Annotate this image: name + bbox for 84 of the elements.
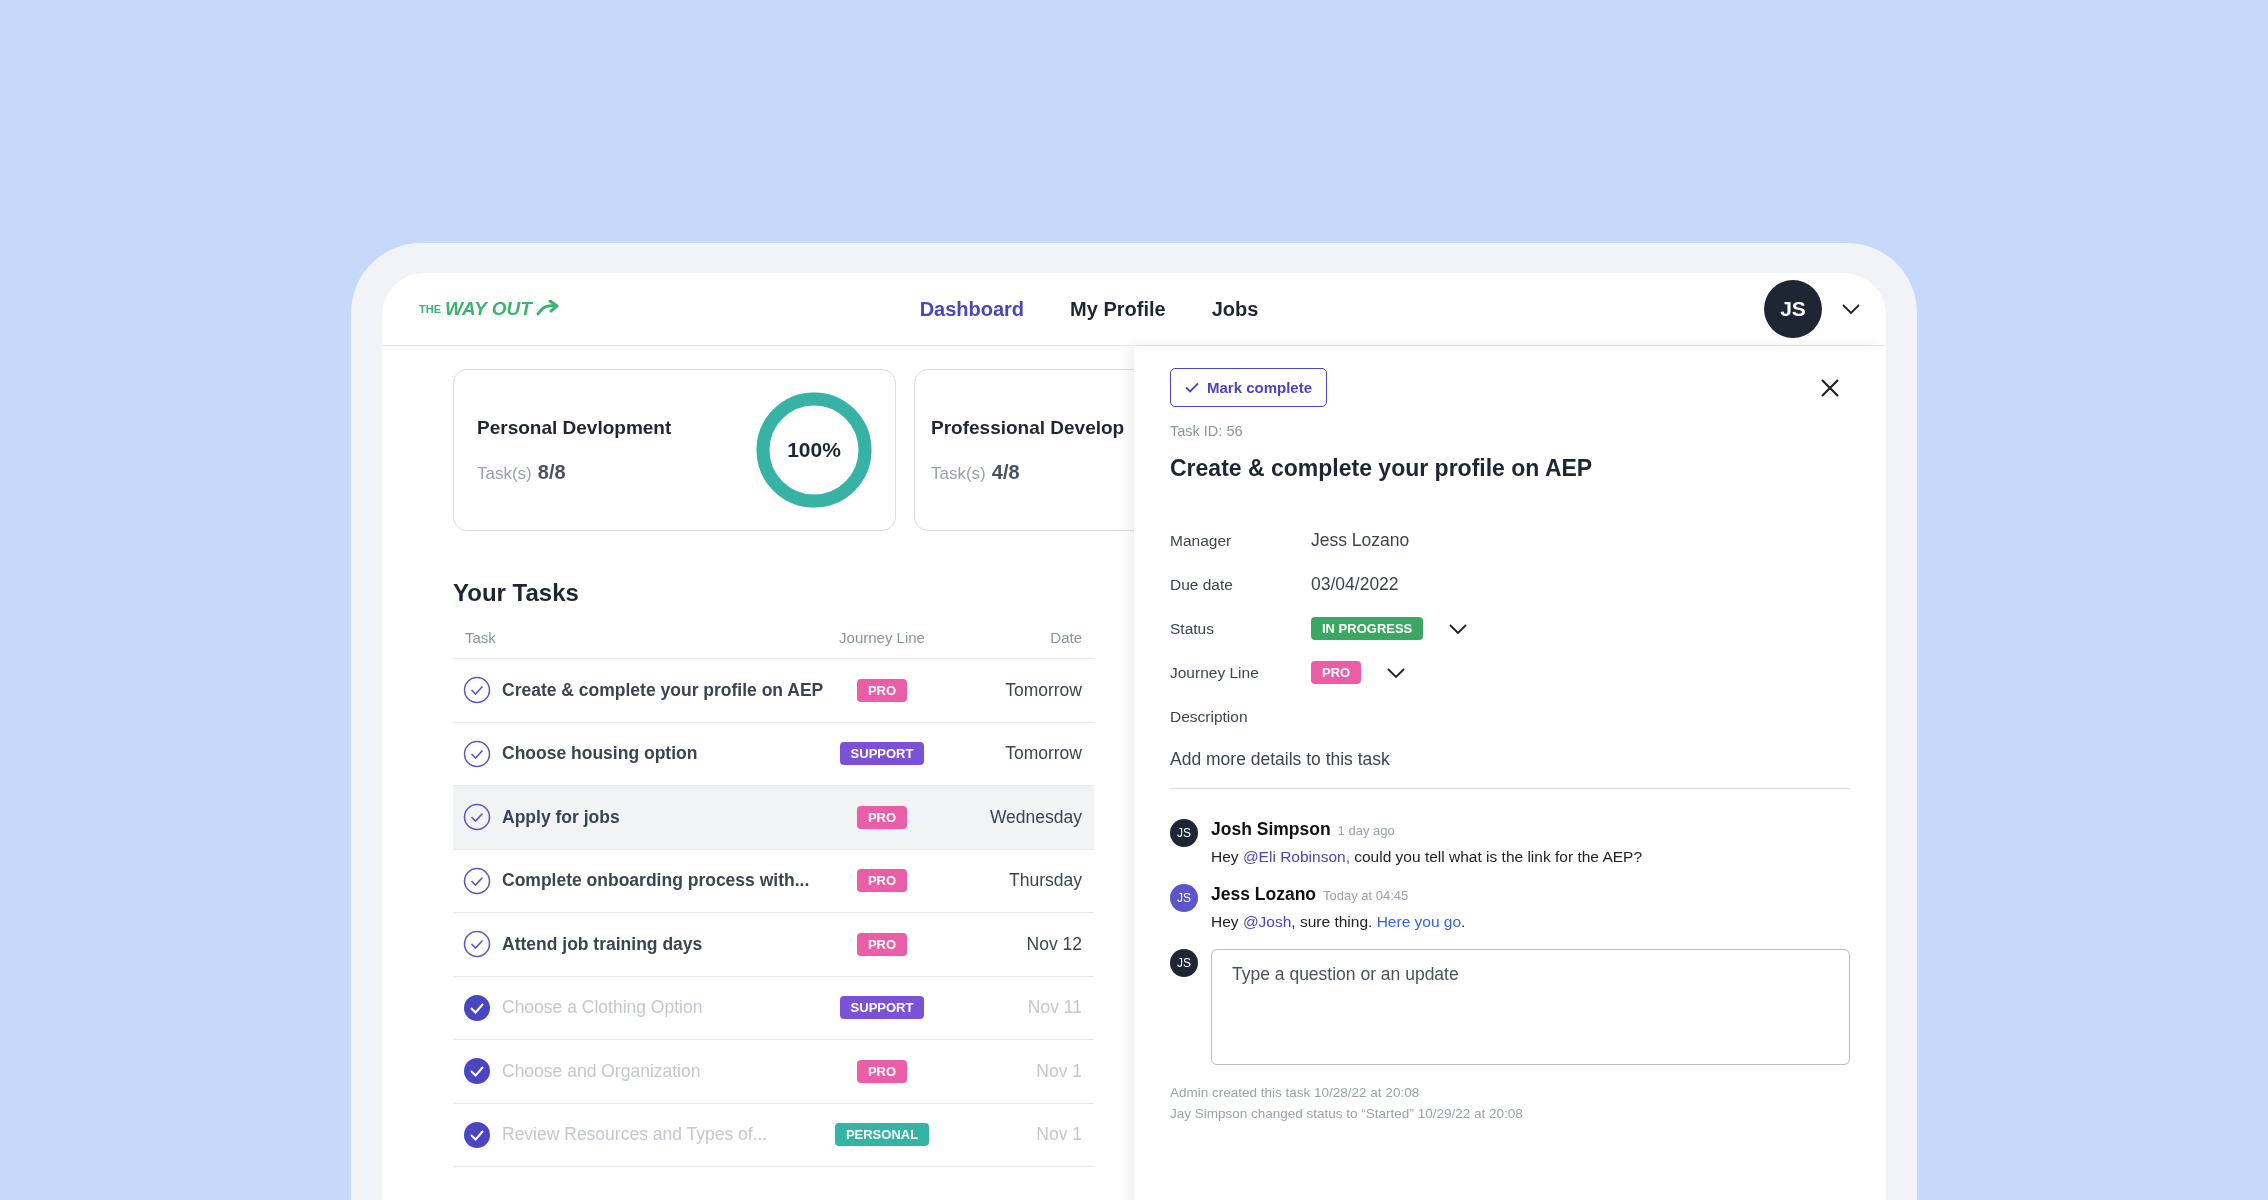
- check-circle-icon[interactable]: [463, 803, 491, 832]
- task-name: Choose and Organization: [502, 1060, 701, 1082]
- task-date: Thursday: [1008, 870, 1082, 892]
- field-value: 03/04/2022: [1311, 574, 1399, 595]
- task-count: 8/8: [537, 460, 566, 484]
- arrow-icon: [535, 300, 560, 318]
- task-name: Choose housing option: [502, 743, 698, 765]
- task-row[interactable]: Create & complete your profile on AEP PRO Tomorrow: [453, 659, 1094, 723]
- activity-log-entry: Jay Simpson changed status to “Started” 10/29/22 at 20:08: [1170, 1106, 1524, 1121]
- check-circle-icon[interactable]: [463, 930, 491, 959]
- user-avatar[interactable]: JS: [1764, 280, 1822, 338]
- task-date: Tomorrow: [1004, 679, 1082, 701]
- check-circle-icon[interactable]: [463, 993, 491, 1022]
- task-date: Tomorrow: [1004, 743, 1082, 765]
- chevron-down-icon[interactable]: [1449, 623, 1468, 634]
- nav-link[interactable]: Jobs: [1211, 297, 1259, 321]
- journey-tag: PERSONAL: [834, 1123, 930, 1147]
- close-icon[interactable]: [1820, 377, 1840, 398]
- field-label: Due date: [1170, 575, 1234, 594]
- comment-author: Josh Simpson: [1211, 819, 1331, 840]
- task-date: Nov 11: [1026, 997, 1082, 1019]
- activity-log-entry: Admin created this task 10/28/22 at 20:08: [1170, 1085, 1421, 1100]
- comment-text: Hey @Josh, sure thing. Here you go.: [1211, 913, 1466, 931]
- field-label: Manager: [1170, 531, 1233, 550]
- task-name: Review Resources and Types of...: [502, 1124, 768, 1146]
- check-circle-icon[interactable]: [463, 739, 491, 768]
- comment-input[interactable]: Type a question or an update: [1211, 949, 1850, 1065]
- journey-tag: SUPPORT: [839, 742, 925, 766]
- tasks-label: Task(s): [477, 463, 532, 484]
- journey-tag: PRO: [856, 869, 908, 893]
- journey-tag: PRO: [856, 932, 908, 956]
- column-header: Journey Line: [838, 629, 926, 646]
- section-title: Your Tasks: [453, 579, 580, 607]
- task-name: Create & complete your profile on AEP: [502, 679, 824, 701]
- progress-percent: 100%: [787, 438, 841, 462]
- field-value: Jess Lozano: [1311, 530, 1410, 551]
- mention-link[interactable]: @Eli Robinson,: [1242, 848, 1350, 865]
- check-circle-icon[interactable]: [463, 676, 491, 705]
- task-name: Choose a Clothing Option: [502, 997, 703, 1019]
- task-title: Create & complete your profile on AEP: [1170, 455, 1594, 482]
- card-title: Professional Develop: [931, 416, 1126, 439]
- comment-text: Hey @Eli Robinson, could you tell what is the link for the AEP?: [1211, 848, 1642, 866]
- check-circle-icon[interactable]: [463, 1120, 491, 1149]
- task-name: Attend job training days: [502, 933, 703, 955]
- task-id: Task ID: 56: [1170, 423, 1244, 439]
- task-name: Complete onboarding process with...: [502, 870, 810, 892]
- column-header: Task: [464, 629, 497, 646]
- journey-tag: PRO: [856, 1059, 908, 1083]
- logo-text: THE: [419, 303, 441, 315]
- user-avatar: JS: [1170, 884, 1198, 912]
- nav-link[interactable]: My Profile: [1070, 297, 1166, 321]
- nav-link[interactable]: Dashboard: [919, 297, 1025, 321]
- check-circle-icon[interactable]: [463, 1057, 491, 1086]
- chevron-down-icon[interactable]: [1387, 667, 1406, 678]
- task-date: Wednesday: [988, 806, 1082, 828]
- task-row[interactable]: Choose a Clothing Option SUPPORT Nov 11: [453, 976, 1094, 1040]
- mark-complete-button[interactable]: Mark complete: [1170, 368, 1328, 407]
- task-date: Nov 12: [1025, 933, 1082, 955]
- card-title: Personal Devlopment: [477, 416, 673, 439]
- field-label: Description: [1170, 707, 1249, 726]
- check-icon: [1185, 382, 1199, 393]
- task-row[interactable]: Complete onboarding process with... PRO Thursday: [453, 849, 1094, 913]
- comment-author: Jess Lozano: [1211, 884, 1317, 905]
- task-row[interactable]: Attend job training days PRO Nov 12: [453, 913, 1094, 977]
- journey-tag: PRO: [856, 805, 908, 829]
- chevron-down-icon[interactable]: [1842, 304, 1860, 314]
- task-count: 4/8: [991, 460, 1020, 484]
- comment-time: 1 day ago: [1337, 823, 1395, 838]
- logo-text: WAY OUT: [445, 298, 532, 320]
- description-text[interactable]: Add more details to this task: [1170, 749, 1850, 789]
- column-header: Date: [1049, 629, 1082, 646]
- user-avatar: JS: [1170, 949, 1198, 977]
- comment-time: Today at 04:45: [1323, 888, 1409, 903]
- task-row[interactable]: Apply for jobs PRO Wednesday: [453, 786, 1094, 850]
- tasks-label: Task(s): [931, 463, 986, 484]
- check-circle-icon[interactable]: [463, 866, 491, 895]
- journey-tag: PRO: [856, 678, 908, 702]
- task-date: Nov 1: [1035, 1060, 1082, 1082]
- task-date: Nov 1: [1035, 1124, 1082, 1146]
- field-label: Journey Line: [1170, 663, 1260, 682]
- task-name: Apply for jobs: [502, 806, 620, 828]
- journey-tag: SUPPORT: [839, 996, 925, 1020]
- user-avatar: JS: [1170, 819, 1198, 847]
- field-label: Status: [1170, 619, 1215, 638]
